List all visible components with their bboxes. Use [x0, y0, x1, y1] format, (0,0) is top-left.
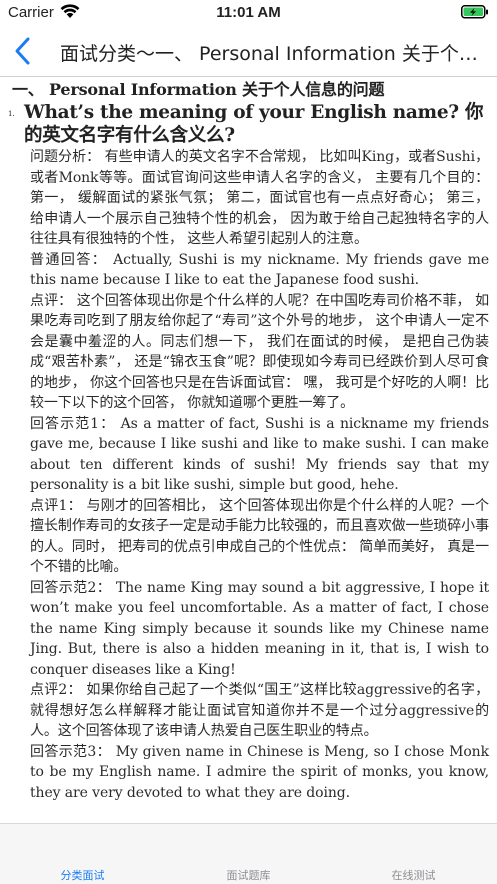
paragraph-comment-1: 点评1： 与刚才的回答相比， 这个回答体现出你是个什么样的人呢？一个擅长制作寿司…	[30, 497, 489, 576]
paragraph-common-answer: 普通回答： Actually, Sushi is my nickname. My…	[30, 251, 489, 289]
page-title: 面试分类～一、 Personal Information 关于个人信息的问题	[60, 43, 485, 65]
battery-charging-icon	[461, 5, 489, 23]
tab-category-interview-label: 分类面试	[60, 869, 105, 882]
tab-bar: 分类面试 面试题库 在线测试	[0, 823, 497, 884]
question-heading: 1. What’s the meaning of your English na…	[8, 101, 489, 147]
article-body: 一、 Personal Information 关于个人信息的问题 1. Wha…	[0, 77, 497, 803]
section-title: 一、 Personal Information 关于个人信息的问题	[12, 80, 385, 99]
paragraph-sample-answer-2: 回答示范2： The name King may sound a bit agg…	[30, 579, 489, 678]
tab-question-bank-label: 面试题库	[226, 869, 271, 882]
tab-online-test[interactable]: 在线测试	[331, 824, 496, 884]
paragraph-sample-answer-3: 回答示范3： My given name in Chinese is Meng,…	[30, 743, 489, 801]
article-scroll-view[interactable]: 一、 Personal Information 关于个人信息的问题 1. Wha…	[0, 76, 497, 824]
tab-category-interview[interactable]: 分类面试	[0, 824, 165, 884]
paragraph-analysis: 问题分析： 有些申请人的英文名字不合常规， 比如叫King，或者Sushi， 或…	[30, 149, 489, 247]
navigation-bar: 面试分类～一、 Personal Information 关于个人信息的问题	[0, 26, 497, 76]
question-text: What’s the meaning of your English name?…	[24, 102, 484, 146]
paragraph-comment-2: 点评2： 如果你给自己起了一个类似“国王”这样比较aggressive的名字， …	[30, 682, 489, 739]
status-bar: Carrier 11:01 AM	[0, 0, 497, 26]
tab-question-bank[interactable]: 面试题库	[166, 824, 331, 884]
question-number: 1.	[8, 110, 15, 118]
tab-online-test-label: 在线测试	[391, 869, 436, 882]
back-chevron-icon[interactable]	[8, 34, 38, 68]
paragraph-sample-answer-1: 回答示范1： As a matter of fact, Sushi is a n…	[30, 415, 489, 494]
clock-time: 11:01 AM	[216, 4, 281, 21]
paragraph-comment: 点评： 这个回答体现出你是个什么样的人呢？在中国吃寿司价格不菲， 如果吃寿司吃到…	[30, 292, 489, 412]
